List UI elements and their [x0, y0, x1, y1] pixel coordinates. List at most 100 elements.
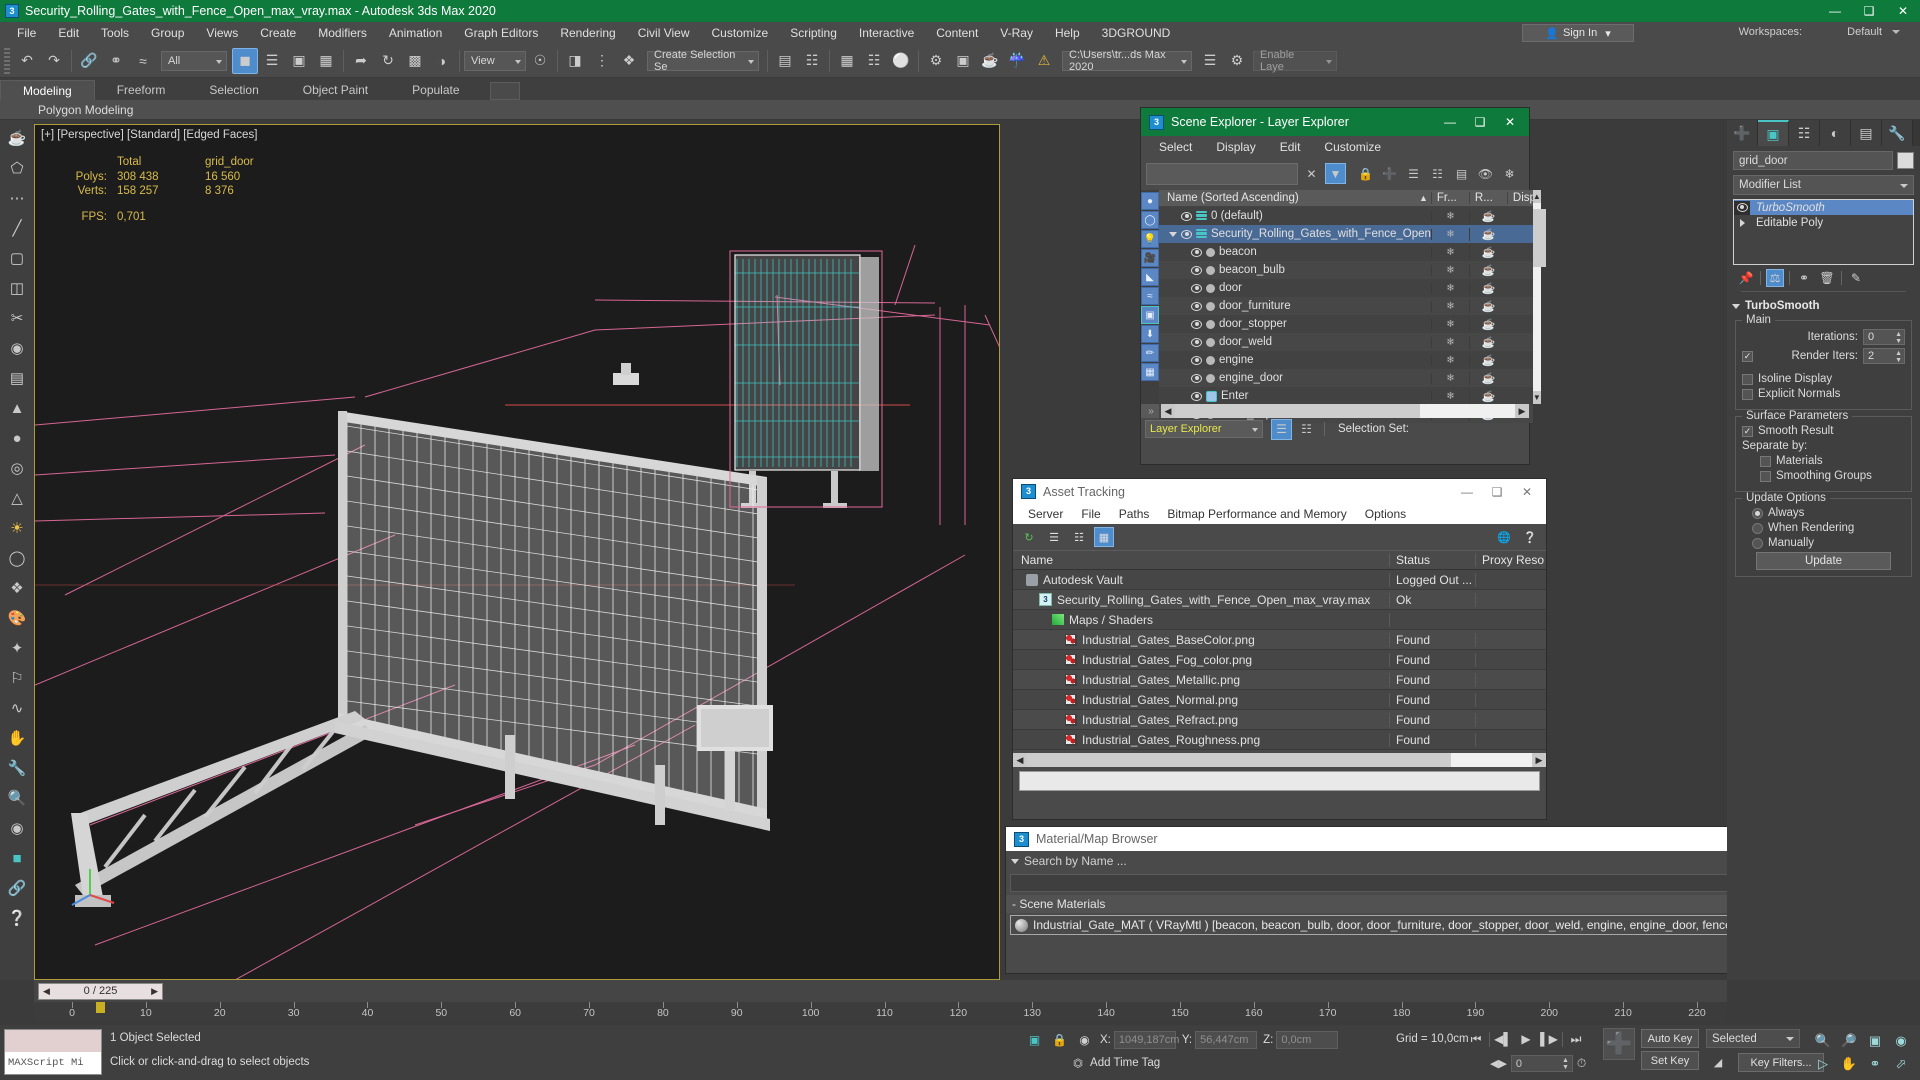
time-slider-prev-icon[interactable]: ◀	[43, 986, 50, 997]
timeline-ruler[interactable]: 0 10 20 30 40 50 60 70 80 90 100 110 120 130 140 150 160…	[34, 1002, 1727, 1022]
frozen-cell-icon[interactable]: ❄	[1430, 354, 1469, 366]
render-iters-checkbox[interactable]: ✓	[1742, 350, 1753, 362]
filter-helpers-icon[interactable]: ◣	[1141, 268, 1159, 286]
help-question-icon[interactable]: ❔	[1520, 527, 1540, 547]
explorer-mode-combo[interactable]: Layer Explorer	[1145, 420, 1263, 438]
set-key-button-small[interactable]: Set Key	[1641, 1051, 1699, 1070]
explicit-normals-checkbox[interactable]	[1742, 388, 1753, 400]
asset-tracking-close[interactable]: ✕	[1512, 479, 1542, 505]
asset-tracking-window[interactable]: 3 Asset Tracking — ❑ ✕ Server File Paths Bi…	[1012, 478, 1547, 820]
orbit-icon[interactable]: ⚭	[1862, 1052, 1888, 1075]
scene-explorer-row[interactable]: beacon_bulb ❄ ☕	[1159, 261, 1533, 279]
scene-explorer-icon[interactable]: ☷	[799, 48, 825, 74]
scene-explorer-menu-customize[interactable]: Customize	[1312, 138, 1393, 156]
modify-tab[interactable]: ▣	[1758, 120, 1789, 146]
scene-explorer-row[interactable]: engine ❄ ☕	[1159, 351, 1533, 369]
object-icon[interactable]	[1206, 373, 1215, 383]
menu-item-edit[interactable]: Edit	[47, 24, 90, 42]
frozen-cell-icon[interactable]: ❄	[1430, 282, 1469, 294]
visibility-eye-icon[interactable]	[1191, 391, 1202, 401]
smoothing-groups-checkbox[interactable]	[1760, 470, 1771, 482]
maxscript-input-pane[interactable]: MAXScript Mi	[5, 1052, 101, 1074]
render-iters-spinner-arrows-icon[interactable]: ▲ ▼	[1895, 350, 1902, 364]
scene-explorer-menu-select[interactable]: Select	[1147, 138, 1204, 156]
isoline-display-checkbox[interactable]	[1742, 373, 1753, 385]
hscroll-trough[interactable]	[1175, 404, 1515, 418]
modifier-stack-item-editable-poly[interactable]: Editable Poly	[1734, 215, 1913, 230]
visibility-eye-icon[interactable]	[1191, 373, 1202, 383]
hscroll-left-arrow[interactable]: ◀	[1161, 404, 1175, 418]
object-name-input[interactable]: grid_door	[1733, 151, 1893, 170]
motion-tab[interactable]: ◐	[1820, 120, 1851, 146]
refresh-icon[interactable]: ↻	[1019, 527, 1039, 547]
freeze-layers-icon[interactable]: ❄	[1499, 163, 1520, 184]
object-icon[interactable]	[1206, 247, 1215, 257]
select-and-place-icon[interactable]: ◑	[429, 48, 455, 74]
scene-explorer-row[interactable]: engine_door ❄ ☕	[1159, 369, 1533, 387]
column-display[interactable]: Disp	[1506, 192, 1536, 204]
visibility-eye-icon[interactable]	[1181, 211, 1192, 221]
scene-explorer-vertical-scrollbar[interactable]: ▲ ▼	[1532, 190, 1546, 404]
filter-bones-icon[interactable]: ✏	[1141, 344, 1159, 362]
render-production-icon[interactable]: ☕	[977, 48, 1003, 74]
clear-search-icon[interactable]: ✕	[1301, 163, 1322, 184]
at-hscroll-thumb[interactable]	[1027, 753, 1452, 767]
update-when-rendering-radio[interactable]	[1752, 522, 1763, 534]
asset-column-name[interactable]: Name	[1013, 553, 1390, 567]
visibility-eye-icon[interactable]	[1191, 319, 1202, 329]
frozen-cell-icon[interactable]: ❄	[1430, 318, 1469, 330]
wrench-icon[interactable]: 🔧	[3, 754, 31, 782]
workspaces-value[interactable]: Default	[1847, 26, 1882, 38]
zoom-all-icon[interactable]: 🔎	[1836, 1029, 1862, 1052]
workspaces-chevron-down-icon[interactable]	[1892, 30, 1900, 34]
vertex-icon[interactable]: ⋯	[3, 184, 31, 212]
hierarchy-mode-icon[interactable]: ☷	[1296, 419, 1317, 440]
menu-item-modifiers[interactable]: Modifiers	[307, 24, 378, 42]
column-render[interactable]: R...	[1468, 192, 1507, 204]
project-folder-combo[interactable]: C:\Users\tr...ds Max 2020	[1062, 49, 1192, 73]
perspective-viewport[interactable]: [+] [Perspective] [Standard] [Edged Face…	[34, 124, 1000, 980]
filter-xrefs-icon[interactable]: ⬇	[1141, 325, 1159, 343]
asset-path-input[interactable]	[1019, 771, 1540, 791]
next-frame-icon[interactable]: ▌▶	[1539, 1029, 1559, 1049]
renderable-cell-icon[interactable]: ☕	[1468, 299, 1507, 313]
menu-item-rendering[interactable]: Rendering	[549, 24, 626, 42]
material-search-placeholder[interactable]: Search by Name ...	[1024, 854, 1127, 868]
renderable-cell-icon[interactable]: ☕	[1468, 353, 1507, 367]
renderable-cell-icon[interactable]: ☕	[1468, 263, 1507, 277]
renderable-cell-icon[interactable]: ☕	[1468, 227, 1507, 241]
nest-layer-icon[interactable]: ☷	[1427, 163, 1448, 184]
add-time-tag[interactable]: ⏣ Add Time Tag	[1073, 1056, 1160, 1070]
asset-row[interactable]: 3 Security_Rolling_Gates_with_Fence_Open_…	[1013, 590, 1546, 610]
ribbon-tab-selection[interactable]: Selection	[187, 80, 281, 100]
asset-menu-options[interactable]: Options	[1356, 506, 1415, 522]
layer-explorer-icon[interactable]: ▤	[772, 48, 798, 74]
z-field[interactable]: 0,0cm	[1276, 1030, 1339, 1049]
menu-item-tools[interactable]: Tools	[90, 24, 140, 42]
hand-icon[interactable]: ✋	[3, 724, 31, 752]
frame-stepper-icon[interactable]: ◀▶	[1490, 1057, 1507, 1070]
y-field[interactable]: 56,447cm	[1195, 1030, 1258, 1049]
asset-row[interactable]: Industrial_Gates_Refract.png Found	[1013, 710, 1546, 730]
asset-column-status[interactable]: Status	[1390, 553, 1476, 567]
layer-icon[interactable]	[1196, 229, 1207, 239]
render-setup-icon[interactable]: ⚙	[923, 48, 949, 74]
scene-explorer-window[interactable]: 3 Scene Explorer - Layer Explorer — ❑ ✕ …	[1140, 107, 1546, 465]
visibility-eye-icon[interactable]	[1191, 355, 1202, 365]
star-icon[interactable]: ✦	[3, 634, 31, 662]
update-manually-radio[interactable]	[1752, 537, 1763, 549]
column-name[interactable]: Name (Sorted Ascending)	[1159, 192, 1419, 204]
menu-item-help[interactable]: Help	[1044, 24, 1091, 42]
asset-row[interactable]: Industrial_Gates_Normal.png Found	[1013, 690, 1546, 710]
remove-modifier-icon[interactable]: 🗑	[1818, 269, 1836, 287]
scene-explorer-search-input[interactable]	[1146, 162, 1298, 185]
go-to-end-icon[interactable]: ⏭	[1566, 1029, 1586, 1049]
polygon-modeling-icon[interactable]: ⬠	[3, 154, 31, 182]
filter-cameras-icon[interactable]: 🎥	[1141, 249, 1159, 267]
select-and-link-icon[interactable]: 🔗	[76, 48, 102, 74]
at-hscroll-right[interactable]: ▶	[1532, 753, 1546, 767]
frozen-cell-icon[interactable]: ❄	[1430, 264, 1469, 276]
display-tab[interactable]: ▤	[1851, 120, 1882, 146]
renderable-cell-icon[interactable]: ☕	[1468, 335, 1507, 349]
iterations-spinner[interactable]: 0 ▲ ▼	[1863, 329, 1905, 345]
